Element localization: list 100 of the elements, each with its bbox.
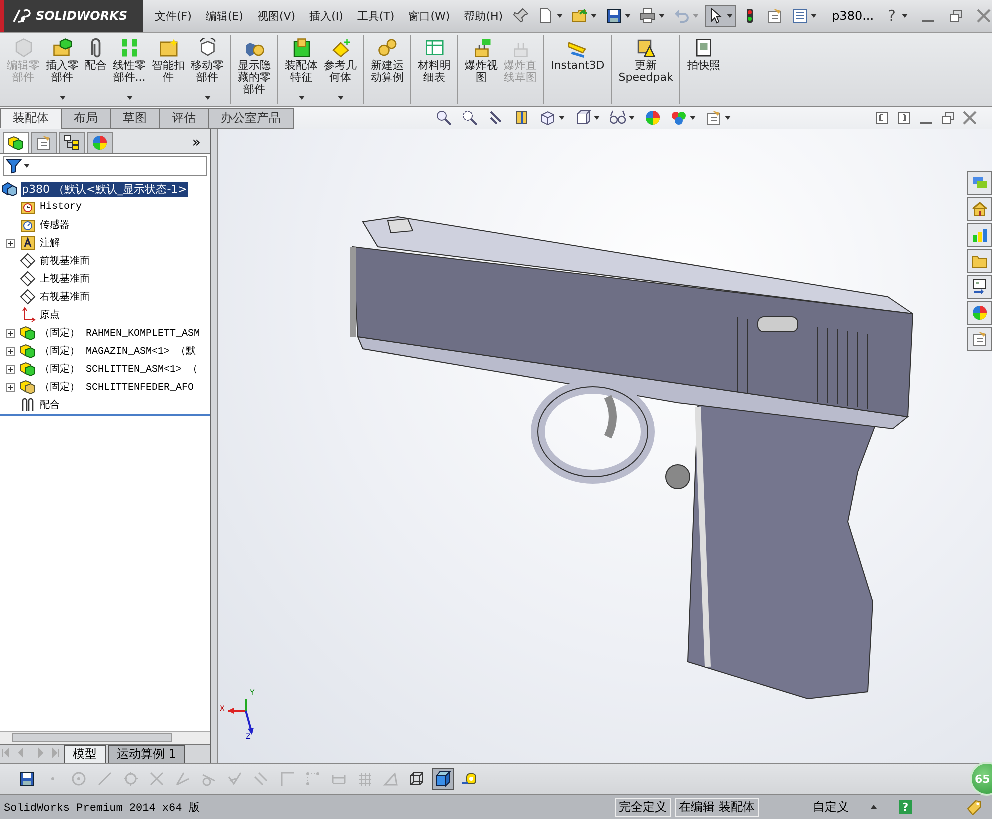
ribbon-button[interactable]: 爆炸视 图	[462, 35, 501, 104]
command-tab[interactable]: 办公室产品	[208, 108, 294, 129]
caret-icon[interactable]	[659, 14, 666, 18]
tree-item[interactable]: 右视基准面	[39, 290, 91, 304]
cubes-icon	[20, 325, 36, 341]
caret-icon[interactable]	[629, 116, 635, 120]
clock-folder-icon	[20, 199, 36, 215]
caret-icon[interactable]	[725, 116, 731, 120]
ribbon-button[interactable]: 新建运 动算例	[368, 35, 411, 104]
caret-icon[interactable]	[60, 96, 66, 100]
menu-item[interactable]: 帮助(H)	[464, 8, 504, 24]
tree-item[interactable]: History	[39, 202, 84, 212]
cubes-icon	[8, 135, 24, 151]
caret-icon[interactable]	[690, 116, 696, 120]
tree-item[interactable]: 前视基准面	[39, 254, 91, 268]
expand-toggle[interactable]	[6, 382, 15, 392]
restore-icon[interactable]	[940, 110, 956, 126]
ribbon-button[interactable]: 配合	[82, 35, 110, 104]
horizontal-scrollbar[interactable]	[0, 731, 210, 744]
chat-bubbles-icon	[972, 175, 988, 191]
color-ball-icon	[645, 110, 661, 126]
tile-left-icon[interactable]	[874, 110, 890, 126]
command-tab[interactable]: 草图	[110, 108, 160, 129]
task-pane-tab[interactable]	[967, 275, 992, 299]
panel-tab[interactable]	[3, 132, 29, 153]
caret-icon[interactable]	[204, 96, 210, 100]
tree-item[interactable]: （固定） SCHLITTEN_ASM<1> （	[39, 362, 200, 376]
menu-item[interactable]: 编辑(E)	[206, 8, 244, 24]
tree-item[interactable]: 原点	[39, 308, 61, 322]
clipboard-icon	[36, 135, 52, 151]
expand-panel-button[interactable]: »	[192, 134, 201, 150]
menu-item[interactable]: 工具(T)	[357, 8, 395, 24]
ribbon-button[interactable]: 参考几 何体	[321, 35, 364, 104]
ribbon-button[interactable]: 装配体 特征	[282, 35, 321, 104]
new-document-icon	[538, 8, 554, 24]
command-tab[interactable]: 布局	[61, 108, 111, 129]
assembly-icon	[2, 181, 18, 197]
caret-icon[interactable]	[902, 14, 908, 18]
caret-icon[interactable]	[625, 14, 632, 18]
caret-icon[interactable]	[727, 14, 734, 18]
filter-field[interactable]	[3, 156, 207, 176]
menu-item[interactable]: 视图(V)	[257, 8, 296, 24]
caret-icon[interactable]	[298, 96, 304, 100]
ribbon-button[interactable]: 显示隐 藏的零 部件	[235, 35, 278, 104]
caret-icon[interactable]	[126, 96, 132, 100]
tile-right-icon[interactable]	[896, 110, 912, 126]
ribbon-button[interactable]: 智能扣 件	[149, 35, 188, 104]
panel-tab[interactable]	[59, 132, 85, 153]
status-field: 完全定义	[615, 798, 672, 816]
caret-icon[interactable]	[557, 14, 564, 18]
pushpin-icon[interactable]	[513, 8, 530, 24]
ribbon-button[interactable]: Instant3D	[548, 35, 612, 104]
expand-toggle[interactable]	[6, 346, 15, 356]
tree-item[interactable]: （固定） MAGAZIN_ASM<1> （默	[39, 344, 198, 358]
tag-icon[interactable]	[966, 799, 982, 815]
tree-item[interactable]: p380 （默认<默认_显示状态-1>	[21, 182, 188, 196]
gauge-folder-icon	[20, 217, 36, 233]
ribbon-button[interactable]: 移动零 部件	[188, 35, 231, 104]
ribbon-button[interactable]: 线性零 部件...	[110, 35, 149, 104]
menu-item[interactable]: 插入(I)	[310, 8, 344, 24]
menu-item[interactable]: 文件(F)	[155, 8, 192, 24]
tree-item[interactable]: 传感器	[39, 218, 71, 232]
close-icon[interactable]	[976, 8, 992, 24]
caret-icon[interactable]	[338, 96, 344, 100]
caret-icon[interactable]	[591, 14, 598, 18]
bar-chart-icon	[972, 227, 988, 243]
menu-item[interactable]: 窗口(W)	[408, 8, 450, 24]
expand-toggle[interactable]	[6, 328, 15, 338]
expand-toggle[interactable]	[6, 364, 15, 374]
tree-item[interactable]: 配合	[39, 398, 61, 412]
expand-toggle[interactable]	[6, 238, 15, 248]
annotation-icon	[20, 235, 36, 251]
ribbon-button[interactable]: 拍快照	[684, 35, 724, 104]
command-tab[interactable]: 评估	[159, 108, 209, 129]
logo-mark-icon	[12, 8, 32, 24]
tree-item[interactable]: （固定） SCHLITTENFEDER_AFO	[39, 380, 196, 394]
ribbon-button[interactable]: 插入零 部件	[43, 35, 82, 104]
ribbon-button[interactable]: 更新 Speedpak	[616, 35, 680, 104]
caret-icon[interactable]	[811, 14, 818, 18]
document-title: p380...	[832, 9, 874, 23]
toolbar-button[interactable]	[705, 5, 736, 27]
status-field: 在编辑 装配体	[675, 798, 759, 816]
caret-icon[interactable]	[871, 805, 877, 809]
caret-icon[interactable]	[594, 116, 600, 120]
model-tab[interactable]: 运动算例 1	[108, 744, 186, 764]
folder-cube-icon	[52, 38, 72, 58]
help-button[interactable]: ?	[888, 7, 896, 25]
caret-icon[interactable]	[559, 116, 565, 120]
close-icon[interactable]	[962, 110, 978, 126]
model-tab[interactable]: 模型	[64, 744, 106, 764]
solidworks-logo[interactable]: SOLIDWORKS	[0, 0, 144, 32]
shaded-cube-icon[interactable]	[432, 768, 454, 790]
ribbon-button[interactable]: 材料明 细表	[415, 35, 458, 104]
units-menu[interactable]: 自定义	[813, 798, 849, 816]
cube-icon	[540, 110, 556, 126]
tree-item[interactable]: （固定） RAHMEN_KOMPLETT_ASM	[39, 326, 202, 340]
tree-item[interactable]: 上视基准面	[39, 272, 91, 286]
command-tab[interactable]: 装配体	[0, 108, 62, 129]
tree-item[interactable]: 注解	[39, 236, 61, 250]
restore-icon[interactable]	[948, 8, 964, 24]
